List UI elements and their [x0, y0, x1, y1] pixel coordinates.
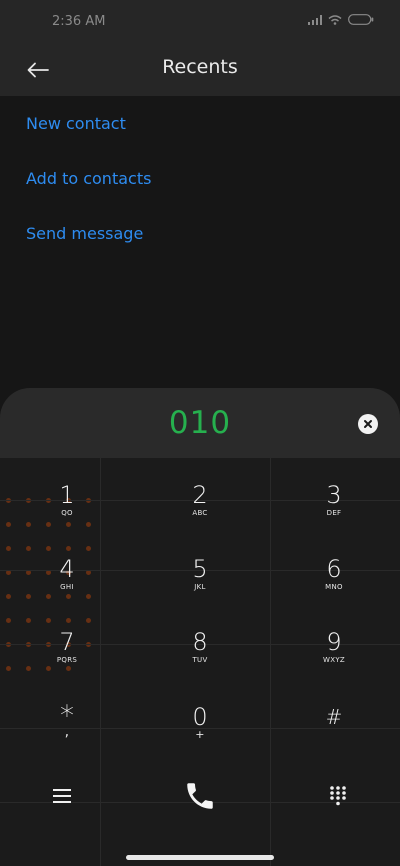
status-time: 2:36 AM: [52, 14, 106, 29]
key-digit: 5: [192, 555, 208, 583]
dialpad-icon: [330, 786, 346, 806]
battery-icon: [348, 14, 374, 25]
dialed-number[interactable]: 010: [0, 405, 400, 441]
new-contact-link[interactable]: New contact: [26, 114, 126, 133]
dial-key-star[interactable]: * ,: [17, 702, 117, 764]
number-bar: 010: [0, 388, 400, 458]
menu-button[interactable]: [40, 778, 84, 814]
key-digit: 9: [326, 628, 342, 656]
dial-key-1[interactable]: 1 QO: [17, 482, 117, 542]
menu-icon: [53, 789, 71, 803]
status-bar: 2:36 AM: [0, 0, 400, 44]
clear-input-button[interactable]: [358, 414, 378, 434]
dial-key-hash[interactable]: #: [284, 704, 384, 764]
add-to-contacts-link[interactable]: Add to contacts: [26, 169, 151, 188]
dial-key-6[interactable]: 6 MNO: [284, 556, 384, 616]
dialpad-toggle-button[interactable]: [316, 778, 360, 814]
dial-key-2[interactable]: 2 ABC: [150, 482, 250, 542]
key-digit: 1: [59, 481, 75, 509]
key-digit: 0: [192, 703, 208, 731]
key-letters: TUV: [192, 656, 208, 664]
page-title: Recents: [162, 56, 238, 78]
app-bar: Recents: [0, 44, 400, 96]
key-digit: #: [325, 705, 343, 729]
dialer-panel: 010 1 QO 2 ABC 3 DEF 4 GHI 5 JKL 6 MNO 7…: [0, 388, 400, 866]
clear-input-icon: [364, 420, 372, 428]
key-digit: 2: [192, 481, 208, 509]
key-letters: PQRS: [56, 656, 78, 664]
key-digit: 7: [59, 628, 75, 656]
dial-key-9[interactable]: 9 WXYZ: [284, 629, 384, 689]
wifi-icon: [328, 14, 342, 25]
key-letters: QO: [61, 509, 73, 517]
call-button[interactable]: [176, 774, 224, 818]
key-letters: JKL: [194, 583, 206, 591]
key-letters: +: [195, 728, 205, 741]
key-digit: 6: [326, 555, 342, 583]
status-icons: [308, 14, 374, 25]
key-letters: ,: [64, 724, 70, 740]
action-list: New contact Add to contacts Send message: [0, 96, 400, 396]
key-digit: 3: [326, 481, 342, 509]
key-letters: GHI: [60, 583, 74, 591]
key-digit: 4: [59, 555, 75, 583]
send-message-link[interactable]: Send message: [26, 224, 143, 243]
key-letters: WXYZ: [323, 656, 345, 664]
key-letters: ABC: [192, 509, 208, 517]
dial-key-3[interactable]: 3 DEF: [284, 482, 384, 542]
dial-key-0[interactable]: 0 +: [150, 704, 250, 764]
key-letters: DEF: [326, 509, 342, 517]
dial-key-5[interactable]: 5 JKL: [150, 556, 250, 616]
dial-key-7[interactable]: 7 PQRS: [17, 629, 117, 689]
dial-key-4[interactable]: 4 GHI: [17, 556, 117, 616]
key-letters: MNO: [325, 583, 343, 591]
home-indicator[interactable]: [126, 855, 274, 860]
grid-divider: [270, 458, 271, 866]
signal-icon: [308, 14, 322, 25]
dial-key-8[interactable]: 8 TUV: [150, 629, 250, 689]
phone-call-icon: [187, 783, 213, 809]
key-digit: 8: [192, 628, 208, 656]
